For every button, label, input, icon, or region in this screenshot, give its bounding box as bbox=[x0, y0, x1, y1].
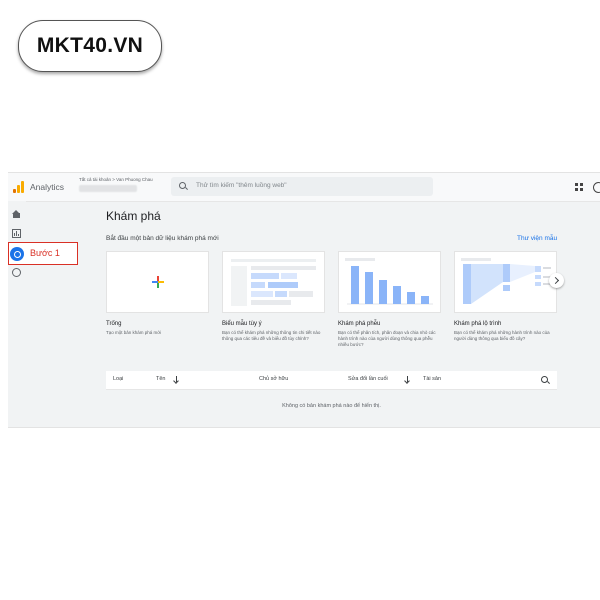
advertising-icon[interactable] bbox=[12, 268, 21, 277]
column-type[interactable]: Loại bbox=[113, 376, 123, 382]
path-preview bbox=[461, 258, 551, 304]
home-icon[interactable] bbox=[12, 210, 21, 219]
funnel-preview bbox=[345, 258, 433, 305]
template-title: Khám phá phễu bbox=[338, 321, 381, 327]
template-desc: Bạn có thể khám phá những hành trình nào… bbox=[454, 330, 550, 341]
property-selector[interactable] bbox=[79, 185, 137, 192]
column-owner[interactable]: Chủ sở hữu bbox=[259, 376, 288, 382]
account-icon[interactable] bbox=[593, 182, 600, 193]
section-subtitle: Bắt đầu một bản dữ liệu khám phá mới bbox=[106, 235, 219, 242]
watermark-badge: MKT40.VN bbox=[18, 20, 162, 72]
column-name[interactable]: Tên bbox=[156, 376, 165, 382]
sort-arrow-icon[interactable] bbox=[176, 376, 177, 382]
analytics-logo-icon[interactable] bbox=[13, 181, 24, 193]
template-title: Trống bbox=[106, 321, 122, 327]
column-last-modified[interactable]: Sửa đổi lần cuối bbox=[348, 376, 388, 382]
plus-icon bbox=[152, 276, 164, 288]
template-gallery-link[interactable]: Thư viện mẫu bbox=[517, 235, 557, 242]
explorations-table-header: Loại Tên Chủ sở hữu Sửa đổi lần cuối Tài… bbox=[106, 371, 557, 390]
search-icon bbox=[179, 182, 186, 189]
template-desc: Bạn có thể khám phá những thông tin chi … bbox=[222, 330, 321, 341]
freeform-preview bbox=[231, 259, 316, 306]
template-card-freeform[interactable] bbox=[222, 251, 325, 313]
reports-icon[interactable] bbox=[12, 229, 21, 238]
template-card-path[interactable] bbox=[454, 251, 557, 313]
analytics-screenshot: Analytics Tất cả tài khoản > Van Phuong … bbox=[8, 172, 600, 428]
apps-grid-icon[interactable] bbox=[575, 183, 583, 191]
top-bar: Analytics Tất cả tài khoản > Van Phuong … bbox=[8, 173, 600, 202]
breadcrumb[interactable]: Tất cả tài khoản > Van Phuong Chau bbox=[79, 177, 153, 182]
step-label: Bước 1 bbox=[30, 248, 60, 258]
explore-icon[interactable] bbox=[10, 247, 24, 261]
template-desc: Bạn có thể phân tích, phân đoạn và chia … bbox=[338, 330, 436, 347]
search-placeholder: Thử tìm kiếm "thêm luồng web" bbox=[196, 182, 287, 189]
search-bar[interactable]: Thử tìm kiếm "thêm luồng web" bbox=[171, 177, 433, 196]
template-desc: Tạo một bản khám phá mới bbox=[106, 330, 162, 335]
template-title: Biểu mẫu tùy ý bbox=[222, 321, 262, 327]
template-card-blank[interactable] bbox=[106, 251, 209, 313]
sort-arrow-icon[interactable] bbox=[407, 376, 408, 382]
empty-state-text: Không có bản khám phá nào để hiển thị. bbox=[282, 403, 381, 409]
template-title: Khám phá lộ trình bbox=[454, 321, 502, 327]
column-property[interactable]: Tài sản bbox=[423, 376, 441, 382]
template-card-funnel[interactable] bbox=[338, 251, 441, 313]
table-search-icon[interactable] bbox=[541, 376, 548, 383]
page-title: Khám phá bbox=[106, 209, 161, 223]
carousel-next-button[interactable] bbox=[549, 273, 564, 288]
app-name: Analytics bbox=[30, 182, 65, 192]
